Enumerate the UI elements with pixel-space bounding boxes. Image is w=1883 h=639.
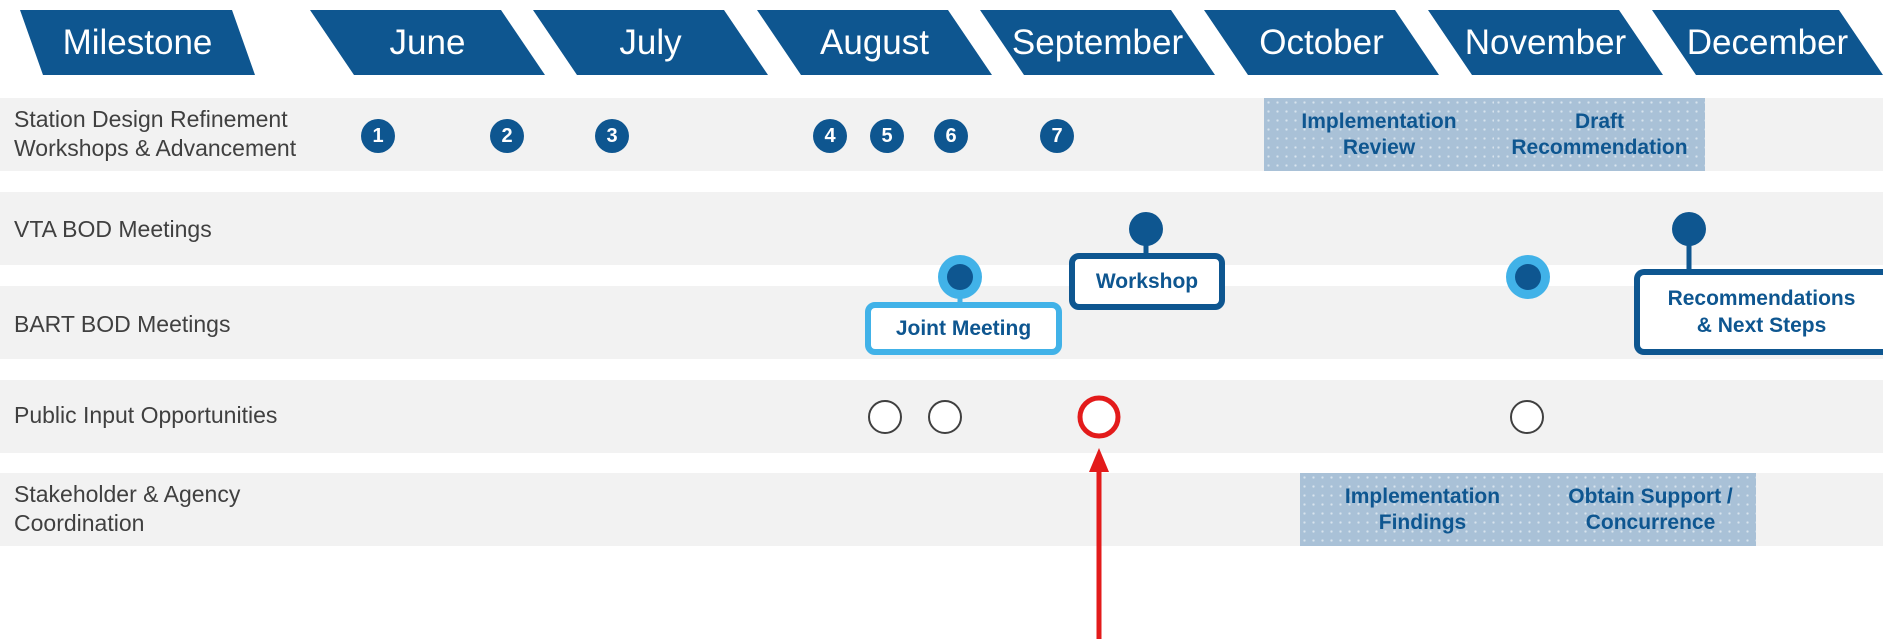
recommendations-box: Recommendations & Next Steps bbox=[1634, 269, 1883, 355]
public-input-circle-2 bbox=[928, 400, 962, 434]
workshop-box: Workshop bbox=[1069, 253, 1225, 310]
public-input-circle-3 bbox=[1510, 400, 1544, 434]
highlight-arrow-head bbox=[1089, 448, 1109, 472]
public-input-circle-1 bbox=[868, 400, 902, 434]
joint-meeting-box: Joint Meeting bbox=[865, 302, 1062, 355]
highlight-public-input-circle bbox=[1077, 395, 1121, 439]
